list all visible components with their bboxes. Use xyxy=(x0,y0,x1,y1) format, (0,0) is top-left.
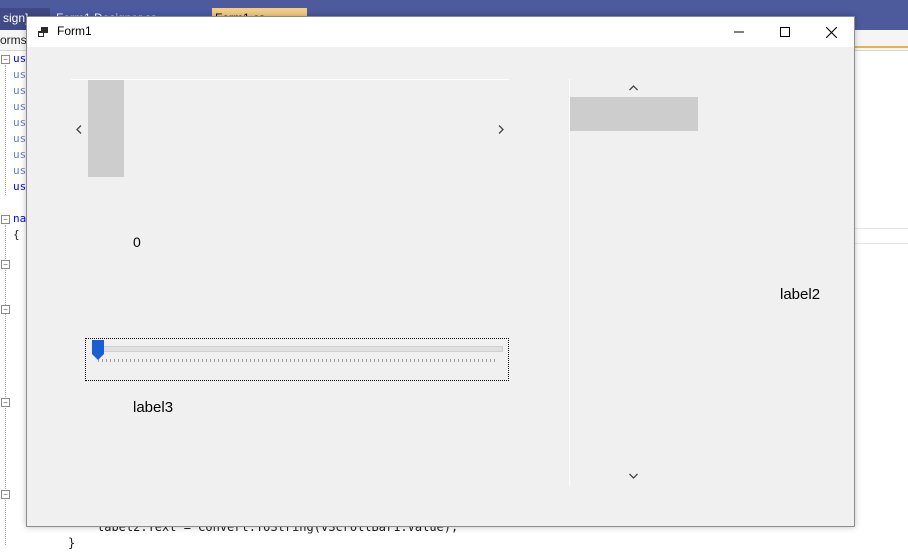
label2: label2 xyxy=(780,286,821,303)
fold-toggle-icon[interactable]: − xyxy=(1,398,10,407)
vscroll-up-button[interactable] xyxy=(624,81,642,95)
code-line: na xyxy=(13,212,27,225)
trackbar[interactable] xyxy=(85,338,509,381)
chevron-right-icon xyxy=(498,124,504,134)
maximize-icon xyxy=(780,27,790,37)
close-icon xyxy=(825,26,837,38)
code-line: us xyxy=(13,52,27,65)
code-line: us xyxy=(13,148,27,161)
fold-toggle-icon[interactable]: − xyxy=(1,490,10,499)
ide-current-line-highlight xyxy=(853,228,908,244)
chevron-down-icon xyxy=(628,473,638,479)
maximize-button[interactable] xyxy=(762,17,808,47)
code-line: us xyxy=(13,68,27,81)
vscroll-down-button[interactable] xyxy=(624,469,642,483)
fold-toggle-icon[interactable]: − xyxy=(1,260,10,269)
hscroll-right-button[interactable] xyxy=(494,121,508,137)
title-bar[interactable]: Form1 xyxy=(27,17,854,47)
hscroll-left-button[interactable] xyxy=(72,121,86,137)
form-window-icon xyxy=(38,27,48,37)
code-line: us xyxy=(13,180,27,193)
code-line: us xyxy=(13,100,27,113)
fold-toggle-icon[interactable]: − xyxy=(1,215,10,224)
hscrollbar-track xyxy=(71,79,509,80)
fold-toggle-icon[interactable]: − xyxy=(1,55,10,64)
minimize-button[interactable] xyxy=(716,17,762,47)
ide-outline-guide xyxy=(5,65,6,195)
trackbar-thumb[interactable] xyxy=(91,339,105,361)
ide-project-dropdown[interactable]: orms xyxy=(0,33,27,47)
close-button[interactable] xyxy=(808,17,854,47)
vscroll-thumb[interactable] xyxy=(570,97,698,131)
chevron-left-icon xyxy=(76,124,82,134)
chevron-up-icon xyxy=(628,85,638,91)
label1: 0 xyxy=(133,234,141,250)
minimize-icon xyxy=(734,31,744,33)
vscrollbar-track xyxy=(569,79,570,486)
window-title: Form1 xyxy=(57,24,92,38)
code-line: { xyxy=(13,228,20,241)
fold-toggle-icon[interactable]: − xyxy=(1,305,10,314)
label3: label3 xyxy=(133,399,174,416)
code-line: us xyxy=(13,116,27,129)
ide-accent-line xyxy=(853,46,908,48)
code-line: } xyxy=(68,536,76,550)
trackbar-ticks xyxy=(98,359,498,362)
form-window: Form1 0 label2 label3 xyxy=(26,16,855,527)
code-line: us xyxy=(13,84,27,97)
code-line: us xyxy=(13,132,27,145)
code-line: us xyxy=(13,164,27,177)
hscroll-thumb[interactable] xyxy=(88,80,124,177)
trackbar-channel xyxy=(98,346,503,352)
